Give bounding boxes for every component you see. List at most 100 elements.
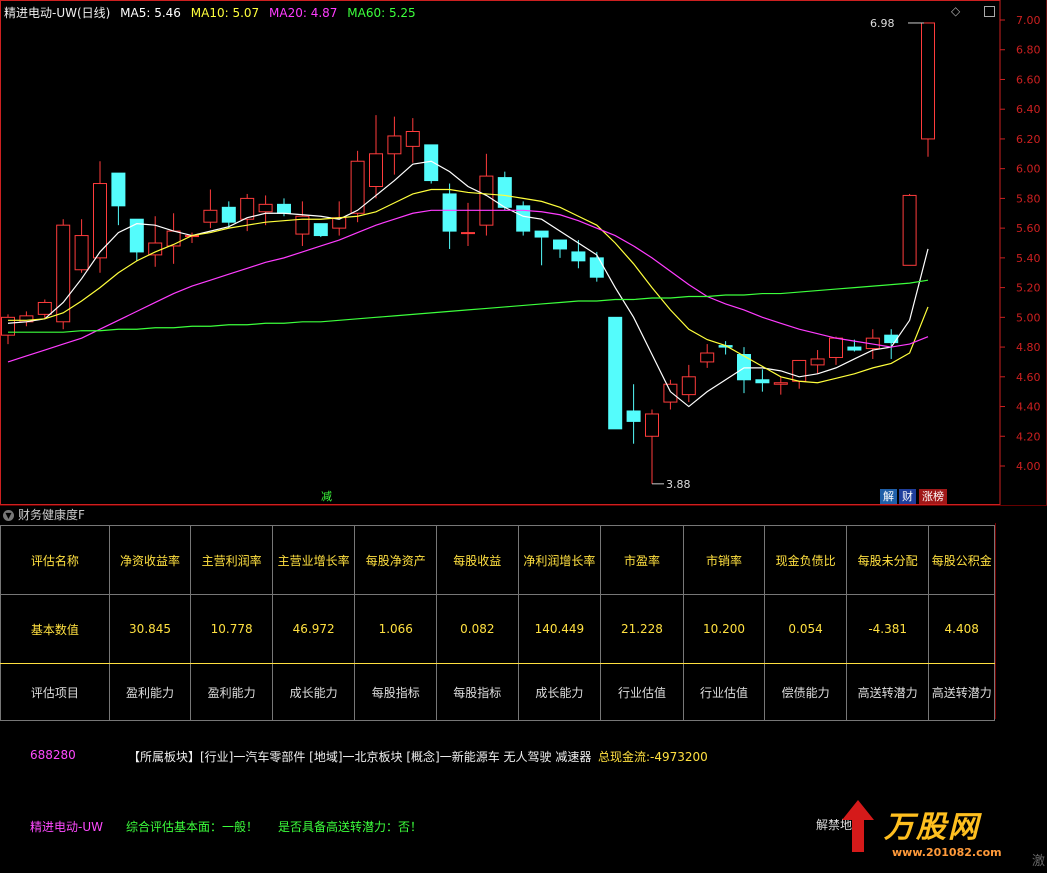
candle[interactable] [166,213,181,264]
tag-cai[interactable]: 财 [899,489,916,504]
candle-body [921,22,935,140]
candle[interactable] [755,369,770,392]
candle-body [424,144,439,182]
chart-legend: 精进电动-UW(日线) MA5: 5.46 MA10: 5.07 MA20: 4… [4,4,422,21]
candle-body [258,203,273,213]
candle-body [645,413,659,437]
value-cell-5: 0.082 [436,594,519,664]
candle[interactable] [608,316,623,430]
y-tick-label: 7.00 [1016,14,1041,27]
candle-body [350,160,365,214]
table-header-row: 评估名称 净资收益率 主营利润率 主营业增长率 每股净资产 每股收益 净利润增长率 市盈率 市销… [0,525,995,595]
financial-health-table: 评估名称 净资收益率 主营利润率 主营业增长率 每股净资产 每股收益 净利润增长率 市盈率 市销… [0,525,995,721]
panel-title: 财务健康度F [18,508,85,522]
candle[interactable] [589,251,604,282]
candle[interactable] [387,116,402,175]
candle[interactable] [93,161,107,273]
header-cell-4: 每股净资产 [354,525,438,595]
candle[interactable] [681,364,696,403]
ma5-label: MA5: 5.46 [120,6,181,20]
candle[interactable] [111,172,126,226]
candle[interactable] [1,314,15,345]
candle-body [74,235,89,271]
y-tick-label: 6.60 [1016,73,1041,86]
kline-canvas[interactable]: 7.00 6.80 6.60 6.40 6.20 6.00 5.80 5.60 5.40 5.20… [0,0,1047,505]
value-cell-9: 0.054 [764,594,847,664]
candle[interactable] [19,311,34,327]
y-tick-label: 6.00 [1016,163,1041,176]
candle-body [829,337,843,358]
box-icon[interactable] [974,4,995,18]
candle[interactable] [773,376,788,395]
ma10-label: MA10: 5.07 [190,6,260,20]
candle[interactable] [461,202,475,246]
candle[interactable] [405,118,420,163]
ma60-label: MA60: 5.25 [347,6,416,20]
candle[interactable] [921,22,935,157]
y-tick-label: 6.40 [1016,103,1041,116]
candle-body [497,177,512,208]
right-strip [995,523,1047,719]
tag-zhangbang[interactable]: 涨榜 [919,489,947,504]
candle[interactable] [534,230,549,266]
category-cell-4: 每股指标 [354,663,438,721]
high-transfer-assessment: 是否具备高送转潜力：否！ [278,820,423,834]
y-tick-label: 4.60 [1016,371,1041,384]
candle[interactable] [442,183,457,249]
candle[interactable] [626,384,641,444]
high-label: 6.98 [870,17,895,30]
candle[interactable] [902,193,917,266]
candle-body [902,194,917,266]
candle-body [516,205,531,232]
candle-body [847,346,862,351]
candle[interactable] [810,350,825,374]
candle-body [479,175,494,226]
candle[interactable] [37,299,52,319]
panel-header[interactable]: ▼ 财务健康度F [0,505,1047,524]
chevron-down-icon[interactable]: ▼ [3,510,14,521]
candle-body [571,251,586,262]
candle-body [461,232,475,235]
candle-body [810,358,825,366]
header-cell-8: 市销率 [682,525,766,595]
candle[interactable] [571,240,586,269]
ma20-label: MA20: 4.87 [269,6,338,20]
candle[interactable] [516,201,531,236]
candle[interactable] [74,219,89,273]
candle[interactable] [258,195,273,226]
y-tick-label: 6.20 [1016,133,1041,146]
category-cell-2: 盈利能力 [190,663,273,721]
candle[interactable] [203,189,218,229]
candle[interactable] [645,409,659,484]
candle[interactable] [313,223,328,238]
table-value-row: 基本数值 30.845 10.778 46.972 1.066 0.082 140.449 2… [0,594,995,664]
candle[interactable] [700,344,715,368]
candle[interactable] [295,201,310,246]
ma-line-ma5 [7,160,929,408]
candle[interactable] [350,150,365,223]
y-tick-label: 4.20 [1016,430,1041,443]
site-logo: 万股网 www.201082.com [840,794,1030,866]
diamond-icon[interactable]: ◇ [951,4,960,18]
candle[interactable] [148,216,163,267]
tag-jian[interactable]: 减 [318,489,335,504]
candle[interactable] [829,336,843,365]
cash-flow: 总现金流:-4973200 [598,750,708,764]
candle-body [755,379,770,384]
kline-chart[interactable]: 7.00 6.80 6.60 6.40 6.20 6.00 5.80 5.60 5.40 5.20… [0,0,1047,505]
candle[interactable] [369,115,383,199]
value-cell-6: 140.449 [517,594,602,664]
header-cell-10: 每股未分配 [845,525,930,595]
candle-body [148,242,163,256]
value-cell-11: 4.408 [928,594,995,664]
tag-jie[interactable]: 解 [880,489,897,504]
candle[interactable] [884,329,899,359]
y-tick-label: 4.00 [1016,460,1041,473]
header-cell-6: 净利润增长率 [517,525,602,595]
y-tick-label: 4.40 [1016,401,1041,414]
candle[interactable] [553,239,567,258]
low-label: 3.88 [666,478,691,491]
category-cell-5: 每股指标 [436,663,519,721]
candle[interactable] [792,359,807,389]
candle-body [608,316,623,430]
